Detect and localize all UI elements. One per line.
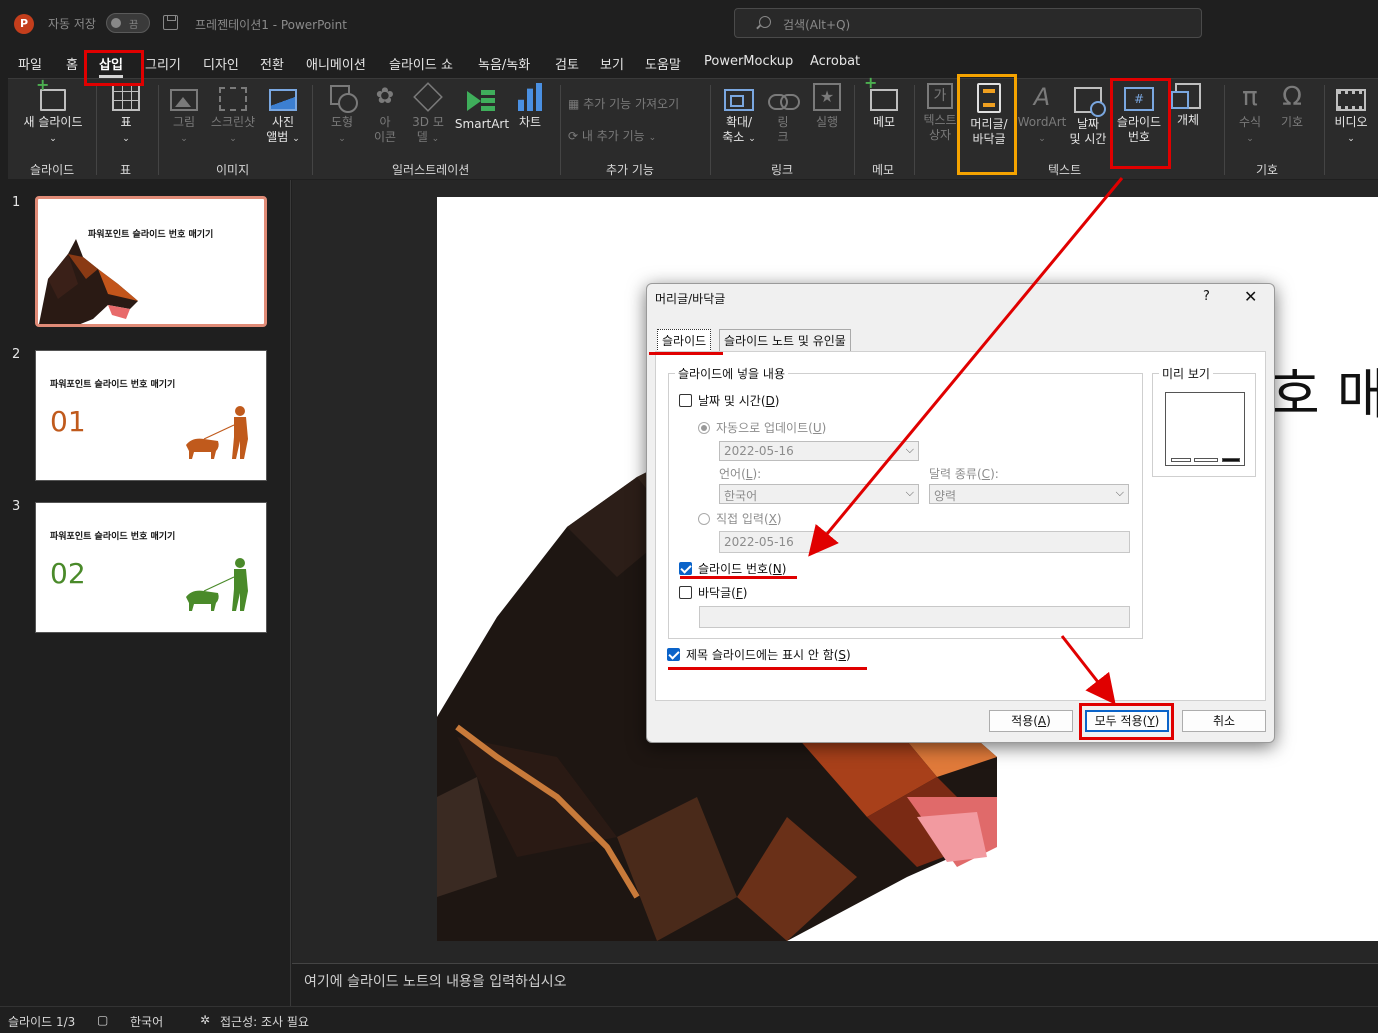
arrow-to-apply-all <box>1060 635 1116 705</box>
arrow-to-slide-number <box>808 177 1124 557</box>
annotation-arrows <box>808 177 1124 705</box>
powerpoint-window: P 자동 저장 끔 프레젠테이션1 - PowerPoint 검색(Alt+Q)… <box>0 0 1378 1033</box>
